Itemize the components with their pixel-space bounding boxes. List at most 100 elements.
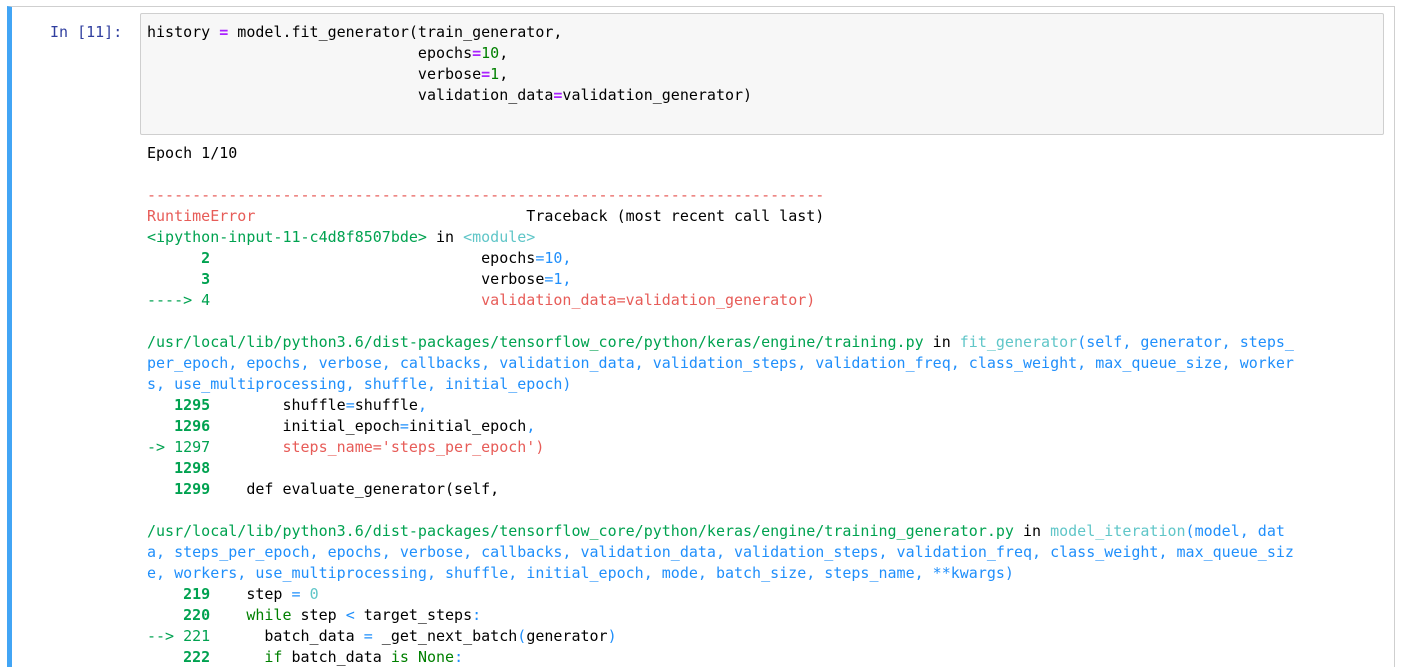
traceback-header: RuntimeError Traceback (most recent call… [147, 206, 1294, 227]
operator-token: = [363, 627, 373, 645]
keyword-token: is [390, 648, 409, 666]
code-token: target_steps [354, 606, 473, 624]
frame2-func: model_iteration [1050, 522, 1186, 540]
code-token: validation_data [147, 86, 554, 104]
frame2-path: /usr/local/lib/python3.6/dist-packages/t… [147, 522, 1014, 540]
code-token: , [499, 44, 509, 62]
frame1-line-1299: 1299 def evaluate_generator(self, [147, 479, 1294, 500]
frame1-line-1296: 1296 initial_epoch=initial_epoch, [147, 416, 1294, 437]
code-token: step [210, 585, 292, 603]
error-arrow: -> 1297 [147, 438, 211, 456]
code-token: shuffle [354, 396, 418, 414]
error-arrow: ----> 4 [147, 291, 211, 309]
code-line-2: epochs=10, [147, 43, 752, 64]
frame1-path: /usr/local/lib/python3.6/dist-packages/t… [147, 333, 924, 351]
code-token: ( [517, 627, 527, 645]
frame2-line-219: 219 step = 0 [147, 584, 1294, 605]
input-prompt: In [11]: [50, 23, 123, 41]
code-token: verbose [147, 65, 482, 83]
code-token: batch_data [210, 627, 364, 645]
number-token: 0 [309, 585, 319, 603]
operator-token: = [291, 585, 301, 603]
operator-token: = [472, 44, 482, 62]
code-token: , [417, 396, 427, 414]
line-number: 2 [147, 249, 211, 267]
code-editor[interactable]: history = model.fit_generator(train_gene… [147, 22, 752, 106]
code-token: shuffle [210, 396, 346, 414]
line-number: 222 [147, 648, 211, 666]
operator-token: = [535, 249, 545, 267]
frame2-header-3: e, workers, use_multiprocessing, shuffle… [147, 564, 1014, 582]
frame1-line-1297: -> 1297 steps_name='steps_per_epoch') [147, 437, 1294, 458]
frame1-signature: (self, generator, steps_ [1077, 333, 1294, 351]
traceback-separator: ----------------------------------------… [147, 186, 825, 204]
frame1-header-3: s, use_multiprocessing, shuffle, initial… [147, 375, 572, 393]
operator-token: = [481, 65, 491, 83]
number-token: 1 [490, 65, 500, 83]
in-keyword: in [1013, 522, 1051, 540]
code-token: step [291, 606, 346, 624]
code-token: : [472, 606, 482, 624]
frame2-line-221: --> 221 batch_data = _get_next_batch(gen… [147, 626, 1294, 647]
frame0-header: <ipython-input-11-c4d8f8507bde> in <modu… [147, 227, 1294, 248]
number-token: 10 [481, 44, 500, 62]
code-token: def evaluate_generator(self, [210, 480, 500, 498]
code-token: epochs [210, 249, 536, 267]
line-number: 1298 [147, 459, 211, 477]
line-number: 3 [147, 270, 211, 288]
epoch-progress-text: Epoch 1/10 [147, 144, 238, 162]
in-keyword: in [923, 333, 960, 351]
frame2-header-2: a, steps_per_epoch, epochs, verbose, cal… [147, 543, 1294, 561]
code-token: initial_epoch [408, 417, 527, 435]
error-arrow: --> 221 [147, 627, 211, 645]
code-line-3: verbose=1, [147, 64, 752, 85]
frame2-signature: (model, dat [1185, 522, 1285, 540]
code-line-4: validation_data=validation_generator) [147, 85, 752, 106]
frame0-input-name: <ipython-input-11-c4d8f8507bde> [147, 228, 427, 246]
code-token: : [454, 648, 464, 666]
code-token: validation_generator) [562, 86, 753, 104]
code-token: , [526, 417, 536, 435]
frame1-line-1295: 1295 shuffle=shuffle, [147, 395, 1294, 416]
keyword-token: None [417, 648, 455, 666]
error-line-code: validation_data=validation_generator) [210, 291, 816, 309]
code-token: _get_next_batch [372, 627, 518, 645]
code-token: generator [526, 627, 608, 645]
keyword-token: while [210, 606, 292, 624]
cell-output[interactable]: Epoch 1/10 -----------------------------… [147, 143, 1294, 668]
keyword-token: if [210, 648, 283, 666]
frame1-func: fit_generator [959, 333, 1078, 351]
error-line-code: steps_name='steps_per_epoch') [210, 438, 545, 456]
frame1-header-2: per_epoch, epochs, verbose, callbacks, v… [147, 354, 1294, 372]
code-token: , [499, 65, 509, 83]
frame2-line-222: 222 if batch_data is None: [147, 647, 1294, 668]
frame0-line-2: 2 epochs=10, [147, 248, 1294, 269]
frame0-module: <module> [463, 228, 536, 246]
frame1-header-1: /usr/local/lib/python3.6/dist-packages/t… [147, 332, 1294, 353]
line-number: 1295 [147, 396, 211, 414]
code-line-1: history = model.fit_generator(train_gene… [147, 22, 752, 43]
operator-token: = [345, 396, 355, 414]
code-token: , [562, 249, 572, 267]
in-keyword: in [426, 228, 464, 246]
number-token: 10 [544, 249, 563, 267]
code-token: model.fit_generator(train_generator, [228, 23, 563, 41]
operator-token: = [399, 417, 409, 435]
operator-token: = [219, 23, 229, 41]
frame0-line-3: 3 verbose=1, [147, 269, 1294, 290]
line-number: 1299 [147, 480, 211, 498]
error-name: RuntimeError [147, 207, 256, 225]
code-token: verbose [210, 270, 545, 288]
code-token: initial_epoch [210, 417, 400, 435]
code-token: ) [607, 627, 617, 645]
line-number: 1296 [147, 417, 211, 435]
frame2-line-220: 220 while step < target_steps: [147, 605, 1294, 626]
code-token: epochs [147, 44, 473, 62]
frame1-line-1298: 1298 [147, 458, 1294, 479]
